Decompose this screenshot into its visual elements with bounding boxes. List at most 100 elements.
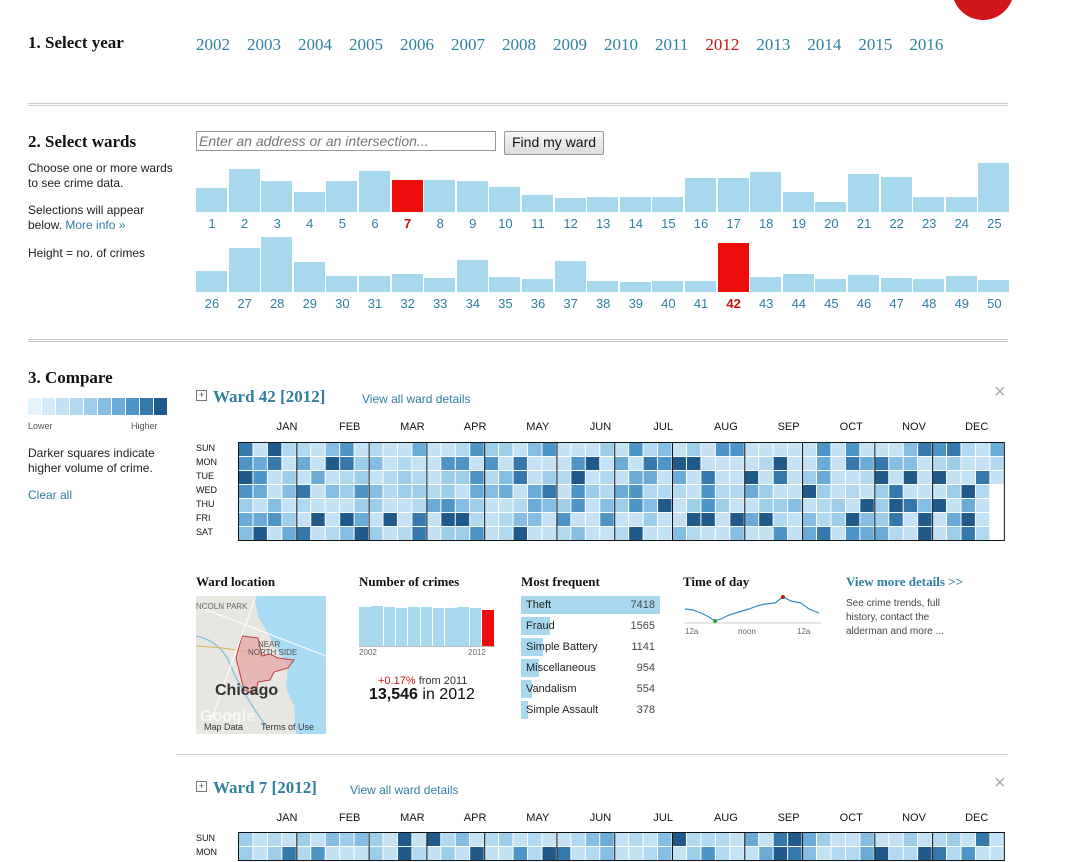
- year-crime-bar[interactable]: [383, 607, 396, 646]
- ward-number-40[interactable]: 40: [652, 296, 684, 311]
- ward-bar-48[interactable]: [913, 279, 945, 292]
- ward-number-25[interactable]: 25: [978, 216, 1010, 231]
- ward-bar-33[interactable]: [424, 278, 456, 292]
- ward-bar-11[interactable]: [522, 195, 553, 212]
- year-2008[interactable]: 2008: [502, 34, 536, 56]
- find-my-ward-button[interactable]: Find my ward: [504, 131, 605, 155]
- ward-number-15[interactable]: 15: [652, 216, 684, 231]
- more-info-link[interactable]: More info »: [65, 218, 125, 232]
- ward-number-21[interactable]: 21: [848, 216, 880, 231]
- ward-bar-44[interactable]: [782, 274, 814, 292]
- ward-bar-45[interactable]: [815, 279, 847, 292]
- map-data-link[interactable]: Map Data: [204, 722, 243, 732]
- ward-bar-18[interactable]: [750, 172, 782, 212]
- ward-number-20[interactable]: 20: [815, 216, 847, 231]
- year-2011[interactable]: 2011: [655, 34, 688, 56]
- ward-number-31[interactable]: 31: [359, 296, 391, 311]
- ward-number-41[interactable]: 41: [685, 296, 717, 311]
- ward-bar-8[interactable]: [424, 180, 456, 212]
- frequent-crime-row[interactable]: Simple Battery 1141: [521, 638, 661, 656]
- ward-bar-37[interactable]: [554, 261, 586, 292]
- ward-number-12[interactable]: 12: [555, 216, 587, 231]
- ward-bar-23[interactable]: [913, 197, 945, 212]
- map-terms-link[interactable]: Terms of Use: [261, 722, 314, 732]
- ward-number-33[interactable]: 33: [424, 296, 456, 311]
- ward-bar-32[interactable]: [391, 274, 423, 292]
- expand-icon[interactable]: +: [196, 781, 207, 792]
- year-crime-bar[interactable]: [457, 607, 469, 646]
- ward-number-46[interactable]: 46: [848, 296, 880, 311]
- year-2009[interactable]: 2009: [553, 34, 587, 56]
- ward-bar-14[interactable]: [619, 197, 651, 212]
- address-search-input[interactable]: [196, 131, 496, 151]
- ward-number-49[interactable]: 49: [946, 296, 978, 311]
- ward-number-6[interactable]: 6: [359, 216, 391, 231]
- year-crime-bar[interactable]: [469, 608, 482, 646]
- ward-bar-15[interactable]: [652, 197, 684, 212]
- ward-bar-27[interactable]: [228, 248, 260, 292]
- year-crime-bar[interactable]: [359, 607, 371, 646]
- ward-bar-21[interactable]: [848, 174, 879, 212]
- ward-number-37[interactable]: 37: [555, 296, 587, 311]
- ward-bar-19[interactable]: [782, 192, 814, 212]
- ward-number-36[interactable]: 36: [522, 296, 554, 311]
- ward-bar-6[interactable]: [359, 171, 390, 212]
- ward-number-34[interactable]: 34: [457, 296, 489, 311]
- ward-map[interactable]: NCOLN PARK NEAR NORTH SIDE Chicago Googl…: [196, 596, 326, 734]
- ward-bar-12[interactable]: [554, 198, 586, 212]
- ward-bar-26[interactable]: [196, 271, 227, 292]
- view-more-details-link[interactable]: View more details >>: [846, 574, 963, 590]
- ward-number-27[interactable]: 27: [229, 296, 261, 311]
- ward-number-18[interactable]: 18: [750, 216, 782, 231]
- year-crime-bar[interactable]: [432, 608, 445, 646]
- ward-number-44[interactable]: 44: [783, 296, 815, 311]
- ward-bar-3[interactable]: [261, 181, 293, 212]
- view-ward-details-link[interactable]: View all ward details: [362, 392, 471, 406]
- year-crime-bar[interactable]: [371, 606, 383, 646]
- year-crime-bar[interactable]: [445, 608, 457, 646]
- ward-number-26[interactable]: 26: [196, 296, 228, 311]
- year-crime-bar[interactable]: [408, 607, 420, 646]
- year-2003[interactable]: 2003: [247, 34, 281, 56]
- year-2010[interactable]: 2010: [604, 34, 638, 56]
- ward-bar-36[interactable]: [522, 279, 553, 292]
- ward-number-42[interactable]: 42: [718, 296, 750, 311]
- ward-bar-34[interactable]: [456, 260, 488, 292]
- ward-number-24[interactable]: 24: [946, 216, 978, 231]
- ward-bar-35[interactable]: [489, 277, 521, 292]
- ward-bar-38[interactable]: [587, 281, 619, 292]
- ward-bar-2[interactable]: [228, 169, 260, 212]
- ward-bar-20[interactable]: [815, 202, 847, 212]
- ward-number-30[interactable]: 30: [326, 296, 358, 311]
- ward-bar-43[interactable]: [750, 277, 782, 292]
- ward-number-1[interactable]: 1: [196, 216, 228, 231]
- ward-bar-1[interactable]: [196, 188, 227, 212]
- year-2015[interactable]: 2015: [858, 34, 892, 56]
- ward-bar-40[interactable]: [652, 281, 684, 292]
- ward-bar-31[interactable]: [359, 276, 390, 292]
- ward-number-32[interactable]: 32: [392, 296, 424, 311]
- ward-number-4[interactable]: 4: [294, 216, 326, 231]
- ward-number-45[interactable]: 45: [815, 296, 847, 311]
- ward-number-47[interactable]: 47: [881, 296, 913, 311]
- expand-icon[interactable]: +: [196, 390, 207, 401]
- clear-all-link[interactable]: Clear all: [28, 488, 72, 503]
- ward-number-35[interactable]: 35: [489, 296, 521, 311]
- ward-bar-22[interactable]: [880, 177, 912, 212]
- ward-number-43[interactable]: 43: [750, 296, 782, 311]
- year-2004[interactable]: 2004: [298, 34, 332, 56]
- ward-number-7[interactable]: 7: [392, 216, 424, 231]
- close-icon[interactable]: ×: [994, 772, 1006, 795]
- ward-bar-13[interactable]: [587, 197, 619, 212]
- year-2016[interactable]: 2016: [909, 34, 943, 56]
- ward-bar-7[interactable]: [391, 180, 423, 212]
- ward-bar-16[interactable]: [685, 178, 716, 212]
- ward-bar-41[interactable]: [685, 281, 716, 292]
- ward-number-19[interactable]: 19: [783, 216, 815, 231]
- ward-number-13[interactable]: 13: [587, 216, 619, 231]
- ward-bar-47[interactable]: [880, 278, 912, 292]
- frequent-crime-row[interactable]: Vandalism 554: [521, 680, 661, 698]
- frequent-crime-row[interactable]: Simple Assault 378: [521, 701, 661, 719]
- year-2014[interactable]: 2014: [807, 34, 841, 56]
- ward-number-22[interactable]: 22: [881, 216, 913, 231]
